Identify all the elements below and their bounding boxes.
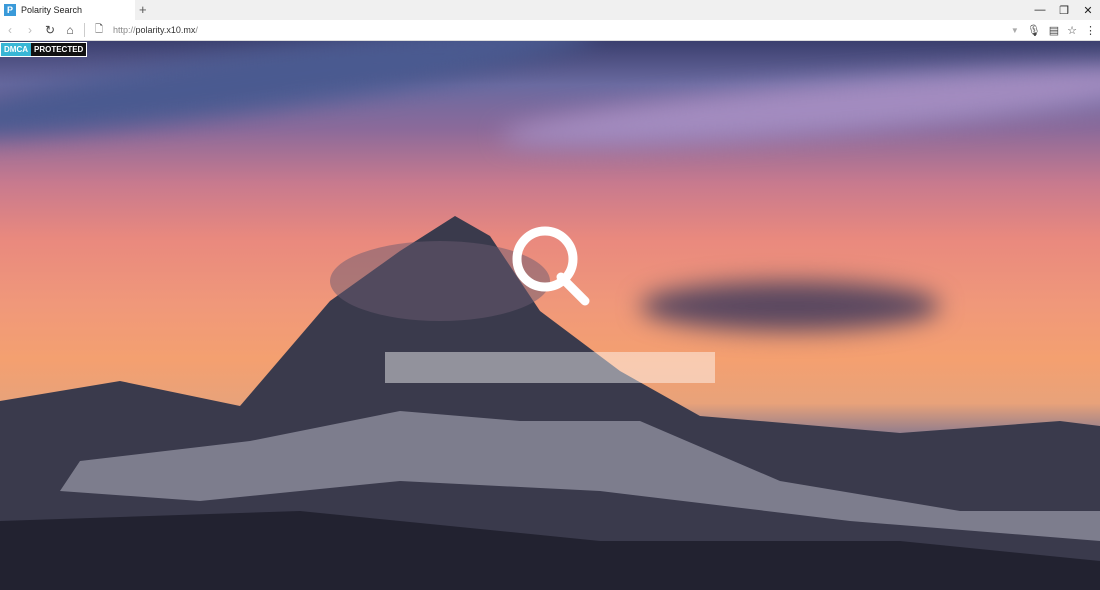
- url-prefix: http://: [113, 25, 136, 35]
- minimize-button[interactable]: —: [1028, 0, 1052, 20]
- dropdown-icon[interactable]: ▼: [1011, 26, 1019, 35]
- tab-polarity-search[interactable]: P Polarity Search: [0, 0, 135, 20]
- protected-label: PROTECTED: [31, 43, 87, 56]
- reading-list-icon[interactable]: ▤: [1049, 24, 1059, 37]
- restore-button[interactable]: ❐: [1052, 0, 1076, 20]
- divider: [84, 23, 85, 37]
- back-icon[interactable]: ‹: [0, 23, 20, 37]
- star-icon[interactable]: ☆: [1067, 24, 1077, 37]
- search-logo-icon: [512, 226, 590, 306]
- close-button[interactable]: ✕: [1076, 0, 1100, 20]
- tab-title: Polarity Search: [21, 5, 83, 15]
- page-icon: 🗋: [94, 23, 104, 35]
- url-field[interactable]: http://polarity.x10.mx/: [113, 25, 198, 35]
- search-input[interactable]: [385, 352, 715, 383]
- address-bar: ‹ › ↻ ⌂ 🗋 http://polarity.x10.mx/ ▼ 🎙 ▤ …: [0, 20, 1100, 41]
- page-background: DMCA PROTECTED: [0, 41, 1100, 590]
- menu-icon[interactable]: ⋮: [1085, 24, 1096, 37]
- dmca-badge[interactable]: DMCA PROTECTED: [0, 42, 88, 57]
- dmca-label: DMCA: [1, 43, 31, 56]
- url-suffix: /: [195, 25, 198, 35]
- new-tab-button[interactable]: +: [139, 2, 147, 17]
- refresh-icon[interactable]: ↻: [40, 23, 60, 37]
- favicon-icon: P: [4, 4, 16, 16]
- forward-icon[interactable]: ›: [20, 23, 40, 37]
- url-host: polarity.x10.mx: [135, 25, 196, 35]
- tab-bar: P Polarity Search + — ❐ ✕: [0, 0, 1100, 20]
- microphone-icon[interactable]: 🎙: [1027, 24, 1041, 37]
- mountain-illustration: [0, 216, 1100, 590]
- home-icon[interactable]: ⌂: [60, 23, 80, 37]
